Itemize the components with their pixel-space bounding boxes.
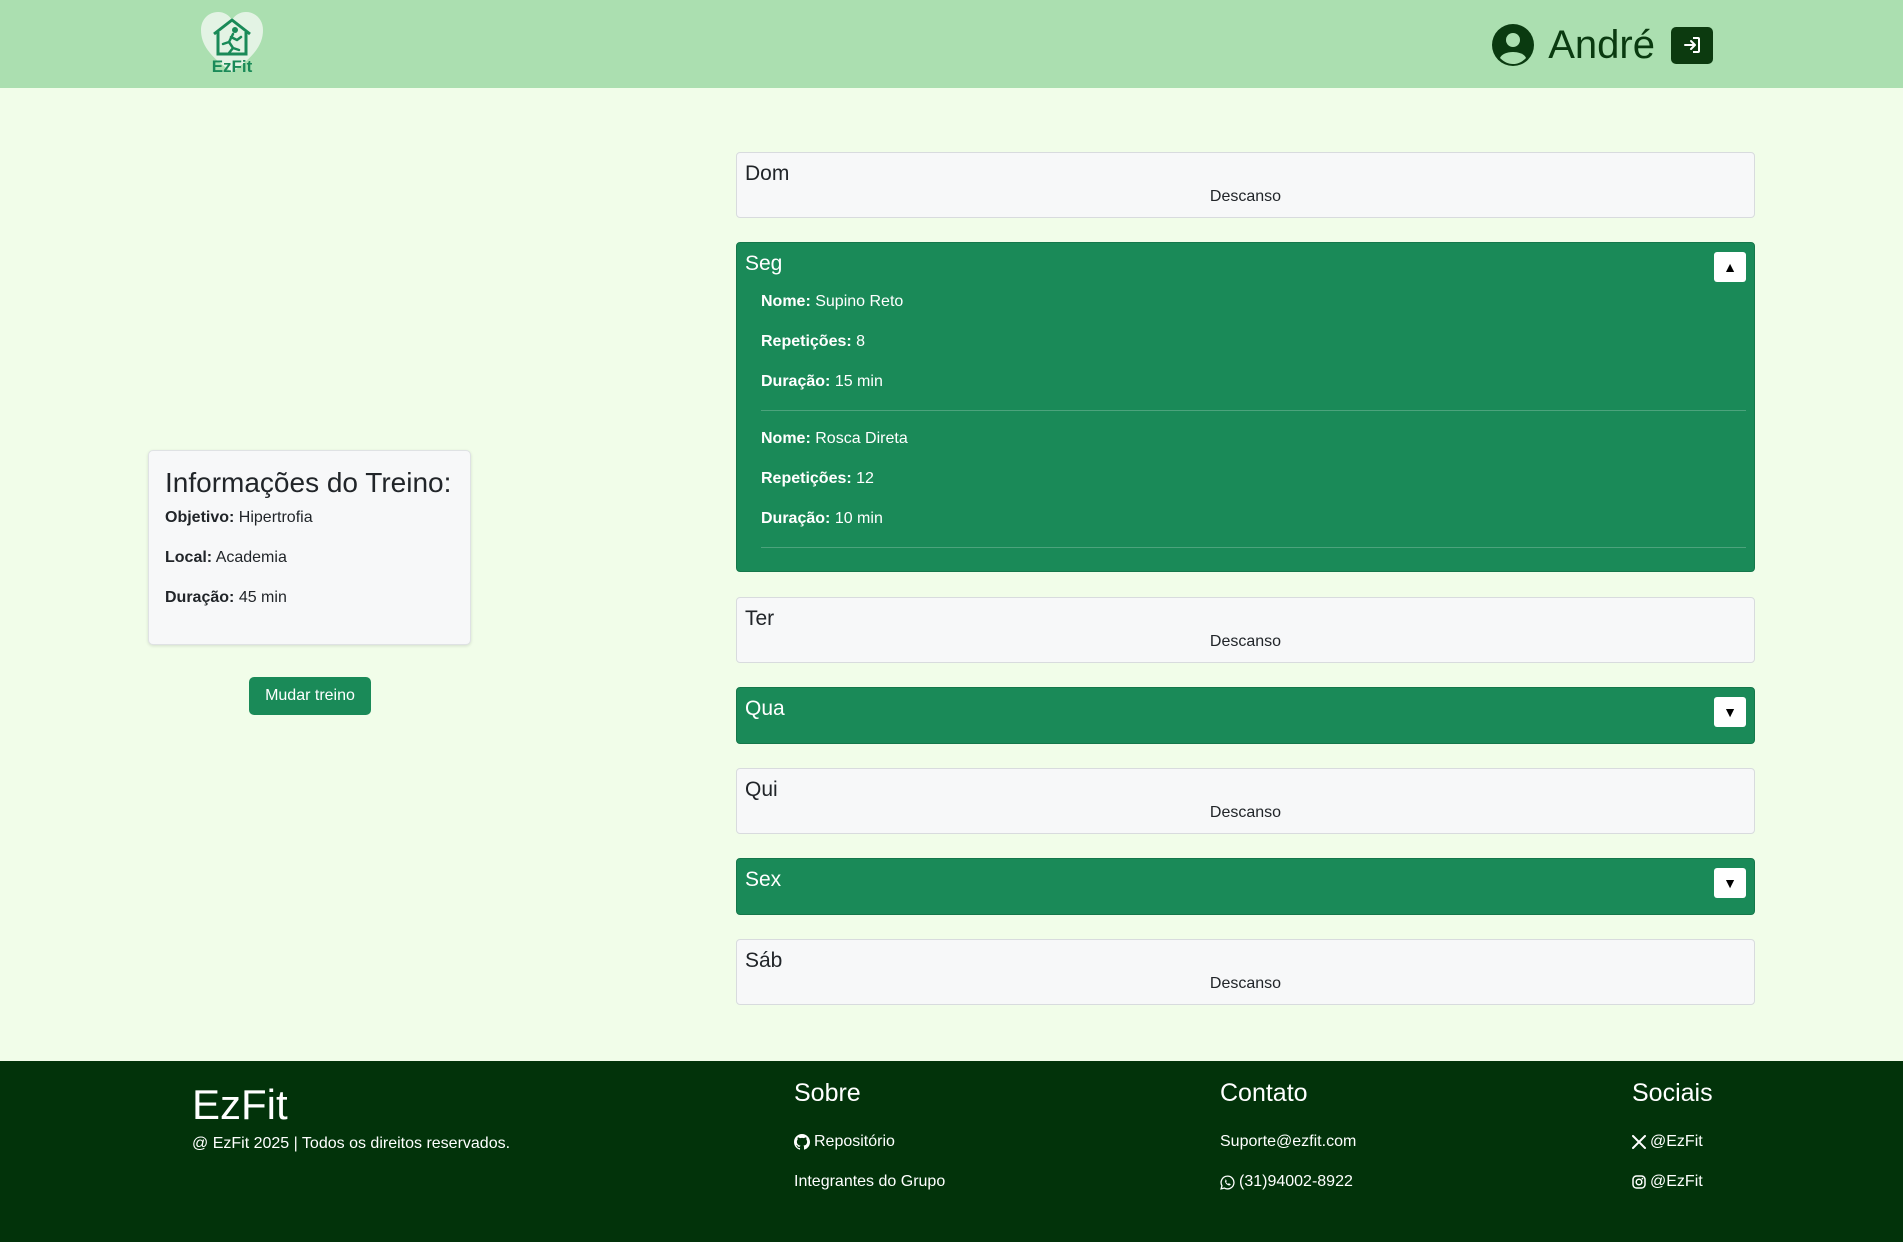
exercise-divider <box>761 547 1746 548</box>
location-row: Local: Academia <box>165 549 287 566</box>
duration-value: 45 min <box>238 589 287 606</box>
exercise-duration: Duração: 15 min <box>761 373 883 390</box>
svg-text:EzFit: EzFit <box>212 57 253 76</box>
exercise-duration: Duração: 10 min <box>761 510 883 527</box>
day-name: Ter <box>745 607 775 630</box>
exercise-name: Nome: Rosca Direta <box>761 430 908 447</box>
day-card-seg[interactable]: Seg ▲ Nome: Supino Reto Repetições: 8 Du… <box>736 242 1755 572</box>
ezfit-logo[interactable]: EzFit <box>199 10 265 76</box>
exercise-name: Nome: Supino Reto <box>761 293 904 310</box>
day-card-qua[interactable]: Qua ▼ <box>736 687 1755 744</box>
rest-label: Descanso <box>1209 188 1282 205</box>
exercise-item: Nome: Supino Reto Repetições: 8 Duração:… <box>761 293 1746 413</box>
day-card-ter: Ter Descanso <box>736 597 1755 663</box>
day-name: Sex <box>745 868 782 891</box>
x-twitter-icon <box>1632 1135 1646 1149</box>
day-name: Qua <box>745 697 785 720</box>
whatsapp-phone-link[interactable]: (31)94002-8922 <box>1220 1162 1356 1202</box>
user-name: André <box>1548 23 1655 67</box>
duration-row: Duração: 45 min <box>165 589 287 606</box>
exercise-reps: Repetições: 12 <box>761 470 874 487</box>
support-email-link[interactable]: Suporte@ezfit.com <box>1220 1122 1356 1162</box>
location-value: Academia <box>215 549 287 566</box>
footer-social: Sociais @EzFit @EzFit <box>1632 1079 1713 1202</box>
info-card-title: Informações do Treino: <box>165 467 452 498</box>
exercise-reps: Repetições: 8 <box>761 333 866 350</box>
objective-value: Hipertrofia <box>238 509 313 526</box>
instagram-icon <box>1632 1175 1646 1189</box>
footer-contact: Contato Suporte@ezfit.com (31)94002-8922 <box>1220 1079 1356 1202</box>
day-name: Sáb <box>745 949 783 972</box>
footer-brand: EzFit <box>192 1081 288 1128</box>
day-name: Dom <box>745 162 790 185</box>
rest-label: Descanso <box>1209 975 1282 992</box>
expand-toggle-button[interactable]: ▼ <box>1714 868 1746 898</box>
user-area: André <box>1492 23 1713 67</box>
workout-info-card: Informações do Treino: Objetivo: Hipertr… <box>148 450 471 645</box>
whatsapp-icon <box>1220 1174 1235 1190</box>
exercise-divider <box>761 410 1746 411</box>
expand-toggle-button[interactable]: ▼ <box>1714 697 1746 727</box>
footer-contact-title: Contato <box>1220 1079 1308 1107</box>
login-icon <box>1684 37 1700 53</box>
repository-link[interactable]: Repositório <box>794 1122 945 1162</box>
day-card-dom: Dom Descanso <box>736 152 1755 218</box>
instagram-link[interactable]: @EzFit <box>1632 1162 1713 1202</box>
footer-about: Sobre Repositório Integrantes do Grupo <box>794 1079 945 1202</box>
footer: EzFit @ EzFit 2025 | Todos os direitos r… <box>0 1061 1903 1242</box>
exercise-item: Nome: Rosca Direta Repetições: 12 Duraçã… <box>761 430 1746 550</box>
change-workout-button[interactable]: Mudar treino <box>249 677 371 715</box>
user-avatar-icon[interactable] <box>1492 24 1535 66</box>
day-name: Qui <box>745 778 778 801</box>
collapse-toggle-button[interactable]: ▲ <box>1714 252 1746 282</box>
x-twitter-link[interactable]: @EzFit <box>1632 1122 1713 1162</box>
rest-label: Descanso <box>1209 633 1282 650</box>
login-button[interactable] <box>1671 26 1713 64</box>
footer-social-title: Sociais <box>1632 1079 1713 1107</box>
day-card-sab: Sáb Descanso <box>736 939 1755 1005</box>
team-members-link[interactable]: Integrantes do Grupo <box>794 1162 945 1202</box>
github-icon <box>794 1134 810 1150</box>
day-card-sex[interactable]: Sex ▼ <box>736 858 1755 915</box>
day-name: Seg <box>745 252 783 275</box>
footer-copyright: @ EzFit 2025 | Todos os direitos reserva… <box>192 1135 511 1152</box>
footer-about-title: Sobre <box>794 1079 861 1107</box>
objective-row: Objetivo: Hipertrofia <box>165 509 313 526</box>
header: EzFit André <box>0 0 1903 88</box>
day-card-qui: Qui Descanso <box>736 768 1755 834</box>
rest-label: Descanso <box>1209 804 1282 821</box>
